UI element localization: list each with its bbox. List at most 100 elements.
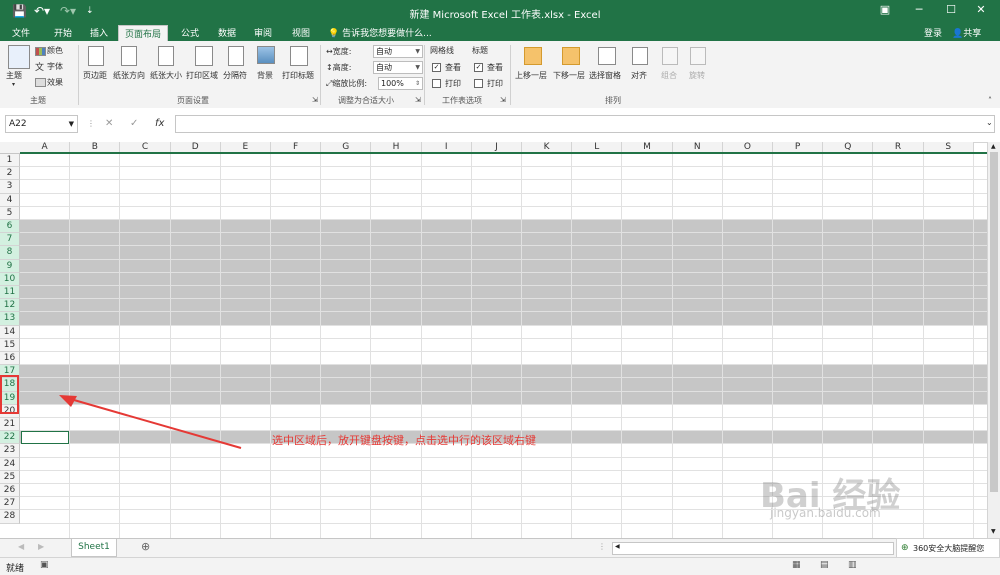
sheet-tab[interactable]: Sheet1 (71, 539, 117, 557)
row-header[interactable]: 28 (0, 510, 20, 524)
collapse-ribbon-icon[interactable]: ˄ (988, 96, 992, 105)
margins-button[interactable]: 页边距 (83, 70, 107, 81)
expand-formula-icon[interactable]: ⌄ (986, 118, 993, 127)
scroll-up-icon[interactable]: ▲ (991, 143, 996, 150)
undo-icon[interactable]: ↶▾ (34, 4, 50, 18)
enter-icon[interactable]: ✓ (130, 118, 138, 129)
next-sheet-icon[interactable]: ▶ (38, 542, 44, 551)
fonts-button[interactable]: 字体 (47, 61, 63, 72)
add-sheet-icon[interactable]: ⊕ (141, 540, 150, 553)
selected-row-band[interactable] (20, 365, 987, 379)
dialog-launcher-icon[interactable]: ⇲ (415, 96, 421, 104)
prev-sheet-icon[interactable]: ◀ (18, 542, 24, 551)
row-header[interactable]: 26 (0, 484, 20, 498)
effects-button[interactable]: 效果 (47, 77, 63, 88)
row-header[interactable]: 9 (0, 259, 20, 273)
row-header[interactable]: 21 (0, 418, 20, 432)
row-header[interactable]: 3 (0, 180, 20, 194)
share-button[interactable]: 👤共享 (952, 26, 981, 39)
headings-view-checkbox[interactable]: ✓ (474, 63, 483, 72)
row-header[interactable]: 11 (0, 286, 20, 300)
print-titles-button[interactable]: 打印标题 (282, 70, 314, 81)
group-button[interactable]: 组合 (661, 70, 677, 81)
selected-row-band[interactable] (20, 312, 987, 326)
selection-pane-button[interactable]: 选择窗格 (589, 70, 621, 81)
tab-home[interactable]: 开始 (54, 26, 72, 39)
bring-forward-button[interactable]: 上移一层 (515, 70, 547, 81)
cancel-icon[interactable]: ✕ (105, 118, 113, 129)
row-header[interactable]: 12 (0, 299, 20, 313)
row-header[interactable]: 14 (0, 325, 20, 339)
headings-print-checkbox[interactable] (474, 79, 483, 88)
selected-row-band[interactable] (20, 233, 987, 247)
gridlines-print-checkbox[interactable] (432, 79, 441, 88)
row-header[interactable]: 4 (0, 193, 20, 207)
scroll-left-icon[interactable]: ◀ (615, 543, 620, 550)
row-header[interactable]: 16 (0, 352, 20, 366)
row-header[interactable]: 25 (0, 470, 20, 484)
page-layout-view-icon[interactable]: ▤ (820, 560, 829, 570)
row-header[interactable]: 13 (0, 312, 20, 326)
height-dropdown[interactable]: 自动 ▼ (373, 61, 423, 74)
tab-view[interactable]: 视图 (292, 26, 310, 39)
align-button[interactable]: 对齐 (631, 70, 647, 81)
normal-view-icon[interactable]: ▦ (792, 560, 801, 570)
tab-file[interactable]: 文件 (12, 26, 30, 39)
ribbon-display-icon[interactable]: ▣ (872, 3, 898, 16)
vertical-scrollbar[interactable]: ▲ ▼ (987, 142, 1000, 538)
themes-icon[interactable] (8, 45, 30, 69)
login-link[interactable]: 登录 (924, 26, 942, 39)
tab-split-icon[interactable]: ⋮ (598, 542, 606, 551)
row-header[interactable]: 5 (0, 206, 20, 220)
row-header[interactable]: 6 (0, 220, 20, 234)
scale-spinner[interactable]: 100% ⇕ (378, 77, 423, 90)
customize-qat-icon[interactable]: ⇣ (86, 6, 94, 16)
tab-formulas[interactable]: 公式 (181, 26, 199, 39)
spinner-icon[interactable]: ⇕ (415, 78, 420, 89)
save-icon[interactable]: 💾 (12, 4, 27, 18)
dialog-launcher-icon[interactable]: ⇲ (500, 96, 506, 104)
formula-input[interactable] (175, 115, 995, 133)
rotate-button[interactable]: 旋转 (689, 70, 705, 81)
selected-row-band[interactable] (20, 272, 987, 286)
name-box[interactable]: A22 ▼ (5, 115, 78, 133)
close-icon[interactable]: ✕ (968, 3, 994, 16)
macro-record-icon[interactable]: ▣ (40, 560, 49, 570)
gridlines-view-checkbox[interactable]: ✓ (432, 63, 441, 72)
select-all-corner[interactable] (0, 142, 21, 154)
insert-function-button[interactable]: fx (155, 118, 164, 129)
themes-button[interactable]: 主题 (6, 70, 22, 81)
row-header[interactable]: 22 (0, 431, 20, 445)
row-header[interactable]: 7 (0, 233, 20, 247)
row-header[interactable]: 24 (0, 457, 20, 471)
tab-review[interactable]: 审阅 (254, 26, 272, 39)
colors-button[interactable]: 颜色 (47, 45, 63, 56)
row-header[interactable]: 8 (0, 246, 20, 260)
maximize-icon[interactable]: ☐ (938, 3, 964, 16)
tab-insert[interactable]: 插入 (90, 26, 108, 39)
row-header[interactable]: 1 (0, 154, 20, 168)
chevron-down-icon[interactable]: ▼ (69, 116, 74, 132)
tell-me-box[interactable]: 💡 告诉我您想要做什么... (328, 26, 432, 39)
selected-row-band[interactable] (20, 259, 987, 273)
print-area-button[interactable]: 打印区域 (186, 70, 218, 81)
orientation-button[interactable]: 纸张方向 (113, 70, 145, 81)
selected-row-band[interactable] (20, 299, 987, 313)
scroll-down-icon[interactable]: ▼ (991, 528, 996, 535)
redo-icon[interactable]: ↷▾ (60, 4, 76, 18)
tab-data[interactable]: 数据 (218, 26, 236, 39)
width-dropdown[interactable]: 自动 ▼ (373, 45, 423, 58)
row-header[interactable]: 27 (0, 497, 20, 511)
background-button[interactable]: 背景 (257, 70, 273, 81)
row-header[interactable]: 10 (0, 272, 20, 286)
scroll-thumb[interactable] (990, 152, 998, 492)
row-header[interactable]: 23 (0, 444, 20, 458)
horizontal-scrollbar[interactable]: ◀ (612, 542, 894, 555)
breaks-button[interactable]: 分隔符 (223, 70, 247, 81)
page-break-view-icon[interactable]: ▥ (848, 560, 857, 570)
dialog-launcher-icon[interactable]: ⇲ (312, 96, 318, 104)
minimize-icon[interactable]: ─ (906, 3, 932, 16)
size-button[interactable]: 纸张大小 (150, 70, 182, 81)
selected-row-band[interactable] (20, 246, 987, 260)
send-backward-button[interactable]: 下移一层 (553, 70, 585, 81)
